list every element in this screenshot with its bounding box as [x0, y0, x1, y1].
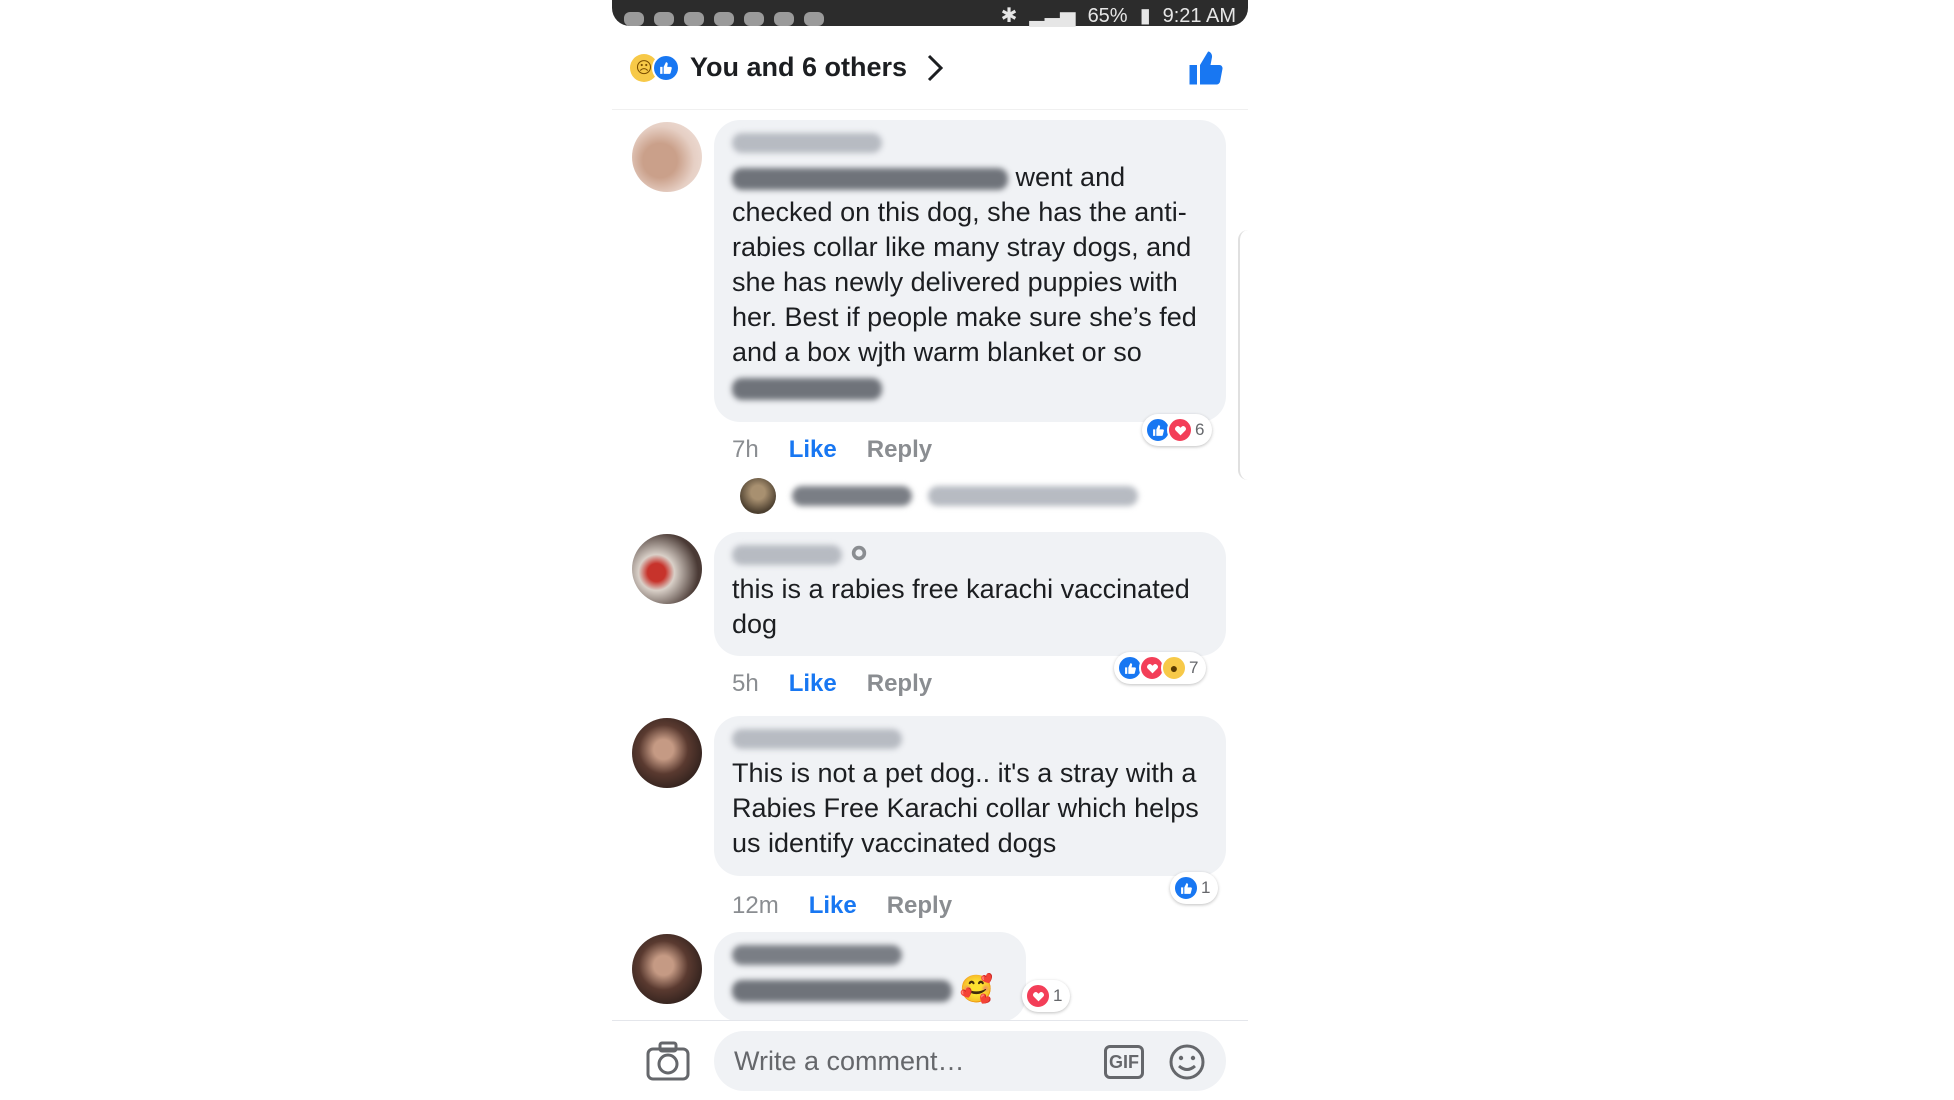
comments-screen: ✱ ▂▃▅ 65% ▮ 9:21 AM ☹ You and 6 others w… — [612, 0, 1248, 1100]
comment-input[interactable] — [714, 1031, 1226, 1091]
comment-text: this is a rabies free karachi vaccinated… — [732, 574, 1190, 639]
reaction-count-pill[interactable]: 1 — [1170, 872, 1219, 904]
chevron-right-icon[interactable] — [925, 54, 953, 82]
comment-actions: 7h Like Reply — [732, 436, 932, 464]
comment-bubble[interactable]: went and checked on this dog, she has th… — [714, 120, 1226, 422]
notification-icon — [684, 12, 704, 26]
love-reaction-icon — [1025, 983, 1051, 1009]
love-reaction-icon — [1167, 417, 1193, 443]
notification-icons — [624, 6, 824, 26]
reply-button[interactable]: Reply — [867, 436, 932, 464]
signal-icon: ▂▃▅ — [1029, 5, 1076, 27]
avatar[interactable] — [632, 122, 702, 192]
comment-author[interactable] — [732, 544, 1208, 566]
like-button[interactable]: Like — [809, 892, 857, 920]
like-button[interactable]: Like — [789, 436, 837, 464]
wow-reaction-icon: ● — [1161, 655, 1187, 681]
clock: 9:21 AM — [1162, 5, 1236, 27]
battery-level: 65% — [1087, 5, 1128, 27]
comment-author[interactable] — [732, 728, 1208, 750]
comment-time: 7h — [732, 436, 759, 463]
battery-icon: ▮ — [1139, 5, 1151, 27]
comment-composer: GIF — [612, 1020, 1248, 1100]
bluetooth-icon: ✱ — [1000, 5, 1018, 27]
comment-author[interactable] — [732, 944, 1008, 966]
reactions-header[interactable]: ☹ You and 6 others — [612, 26, 1248, 110]
scrollbar[interactable] — [1238, 230, 1248, 480]
notification-icon — [714, 12, 734, 26]
avatar[interactable] — [632, 534, 702, 604]
comment-actions: 12m Like Reply — [732, 892, 952, 920]
like-button[interactable]: Like — [789, 670, 837, 698]
reaction-count-pill[interactable]: ● 7 — [1114, 652, 1207, 684]
notification-icon — [774, 12, 794, 26]
comment-bubble[interactable]: this is a rabies free karachi vaccinated… — [714, 532, 1226, 656]
comment-time: 5h — [732, 670, 759, 697]
mentioned-user[interactable] — [732, 979, 952, 1002]
notification-icon — [744, 12, 764, 26]
emoji-icon[interactable] — [1168, 1043, 1206, 1081]
reactions-summary[interactable]: You and 6 others — [690, 52, 907, 83]
comment-author[interactable] — [732, 132, 1208, 154]
comment-actions: 5h Like Reply — [732, 670, 932, 698]
like-reaction-icon — [1173, 875, 1199, 901]
reaction-count: 1 — [1053, 986, 1063, 1005]
reply-button[interactable]: Reply — [867, 670, 932, 698]
like-reaction-icon — [652, 53, 680, 82]
thumbs-up-icon[interactable] — [1186, 48, 1226, 88]
gif-button[interactable]: GIF — [1104, 1045, 1144, 1079]
comment-text: This is not a pet dog.. it's a stray wit… — [732, 758, 1199, 858]
collapsed-reply[interactable] — [740, 478, 1138, 514]
reaction-count: 6 — [1195, 420, 1205, 439]
comment-bubble[interactable]: 🥰 — [714, 932, 1026, 1022]
camera-icon[interactable] — [646, 1041, 690, 1081]
notification-icon — [804, 12, 824, 26]
status-bar: ✱ ▂▃▅ 65% ▮ 9:21 AM — [612, 0, 1248, 26]
avatar[interactable] — [632, 934, 702, 1004]
comment-text: 🥰 — [959, 974, 994, 1004]
reaction-count-pill[interactable]: 6 — [1142, 414, 1213, 446]
reaction-count-pill[interactable]: 1 — [1022, 980, 1071, 1012]
reaction-count: 1 — [1201, 878, 1211, 897]
comment-text: went and checked on this dog, she has th… — [732, 162, 1197, 367]
comment-bubble[interactable]: This is not a pet dog.. it's a stray wit… — [714, 716, 1226, 876]
avatar[interactable] — [632, 718, 702, 788]
comment-time: 12m — [732, 892, 779, 919]
avatar[interactable] — [740, 478, 776, 514]
notification-icon — [654, 12, 674, 26]
notification-icon — [624, 12, 644, 26]
reaction-count: 7 — [1189, 658, 1199, 677]
reply-button[interactable]: Reply — [887, 892, 952, 920]
mentioned-user[interactable] — [732, 167, 1008, 190]
verified-badge-icon — [850, 544, 868, 567]
mentioned-user[interactable] — [732, 377, 882, 400]
